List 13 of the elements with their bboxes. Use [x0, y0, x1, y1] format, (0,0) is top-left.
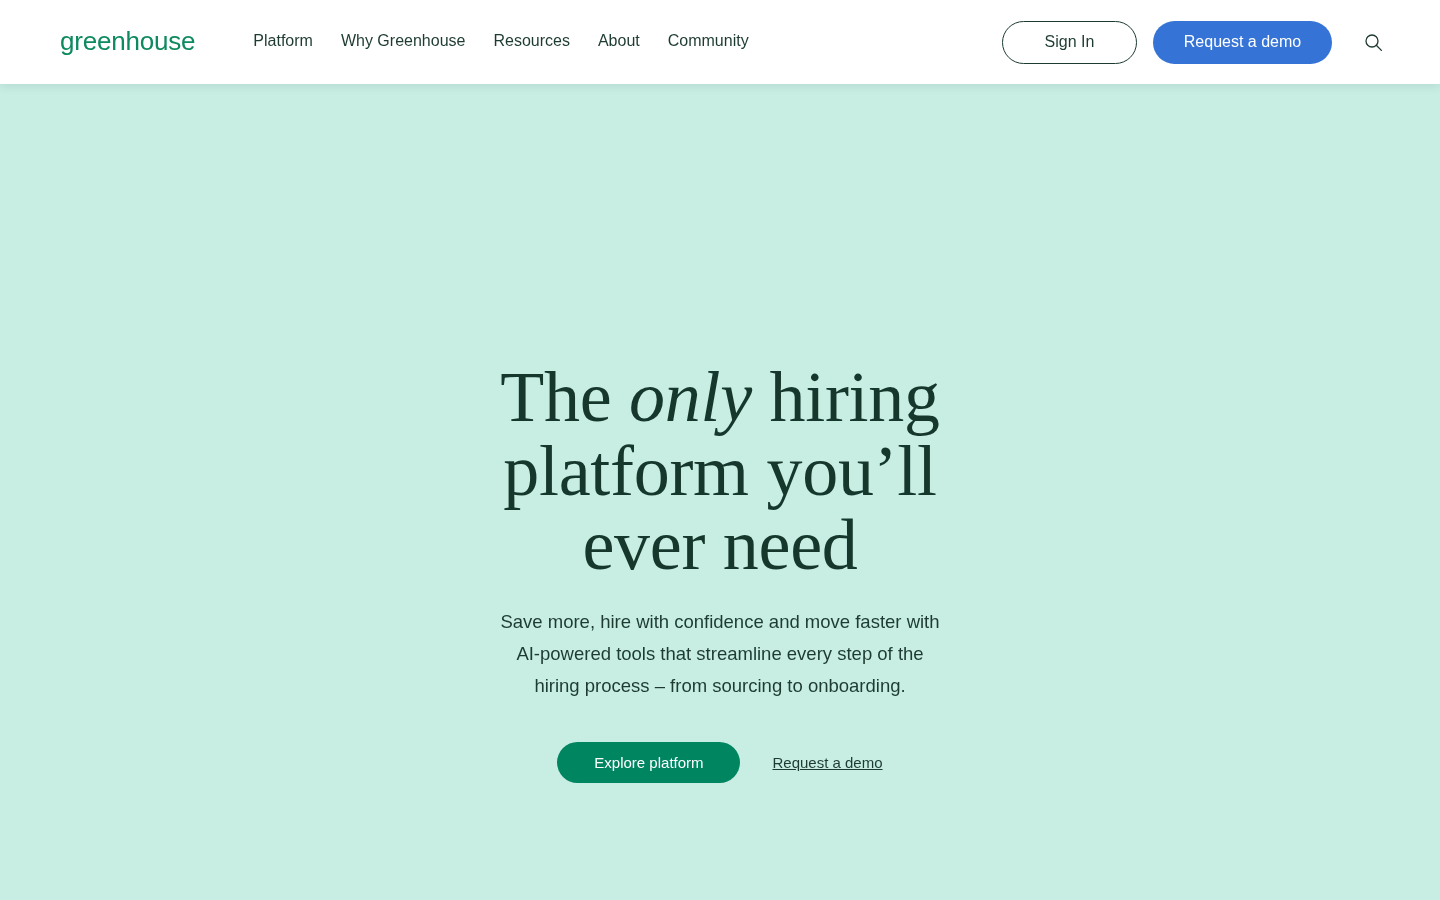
hero-subtitle: Save more, hire with confidence and move faster with AI-powered tools that streamline every step of the hiring process – from sourcing to onboarding.	[499, 610, 941, 698]
nav-link[interactable]: Community	[667, 31, 749, 51]
explore-platform-button[interactable]: Explore platform	[557, 742, 741, 783]
request-demo-button[interactable]: Request a demo	[1153, 20, 1332, 64]
nav-link[interactable]: Why Greenhouse	[340, 31, 466, 51]
sign-in-button[interactable]: Sign In	[1002, 20, 1137, 64]
nav-link[interactable]: About	[597, 31, 640, 51]
brand-logo[interactable]: greenhouse	[60, 26, 196, 56]
nav-link[interactable]: Resources	[493, 31, 570, 51]
request-demo-link[interactable]: Request a demo	[772, 754, 883, 771]
search-icon[interactable]	[1365, 33, 1382, 51]
nav-link[interactable]: Platform	[253, 31, 313, 51]
hero-heading: The only hiring platform you’ll ever need	[499, 360, 941, 582]
